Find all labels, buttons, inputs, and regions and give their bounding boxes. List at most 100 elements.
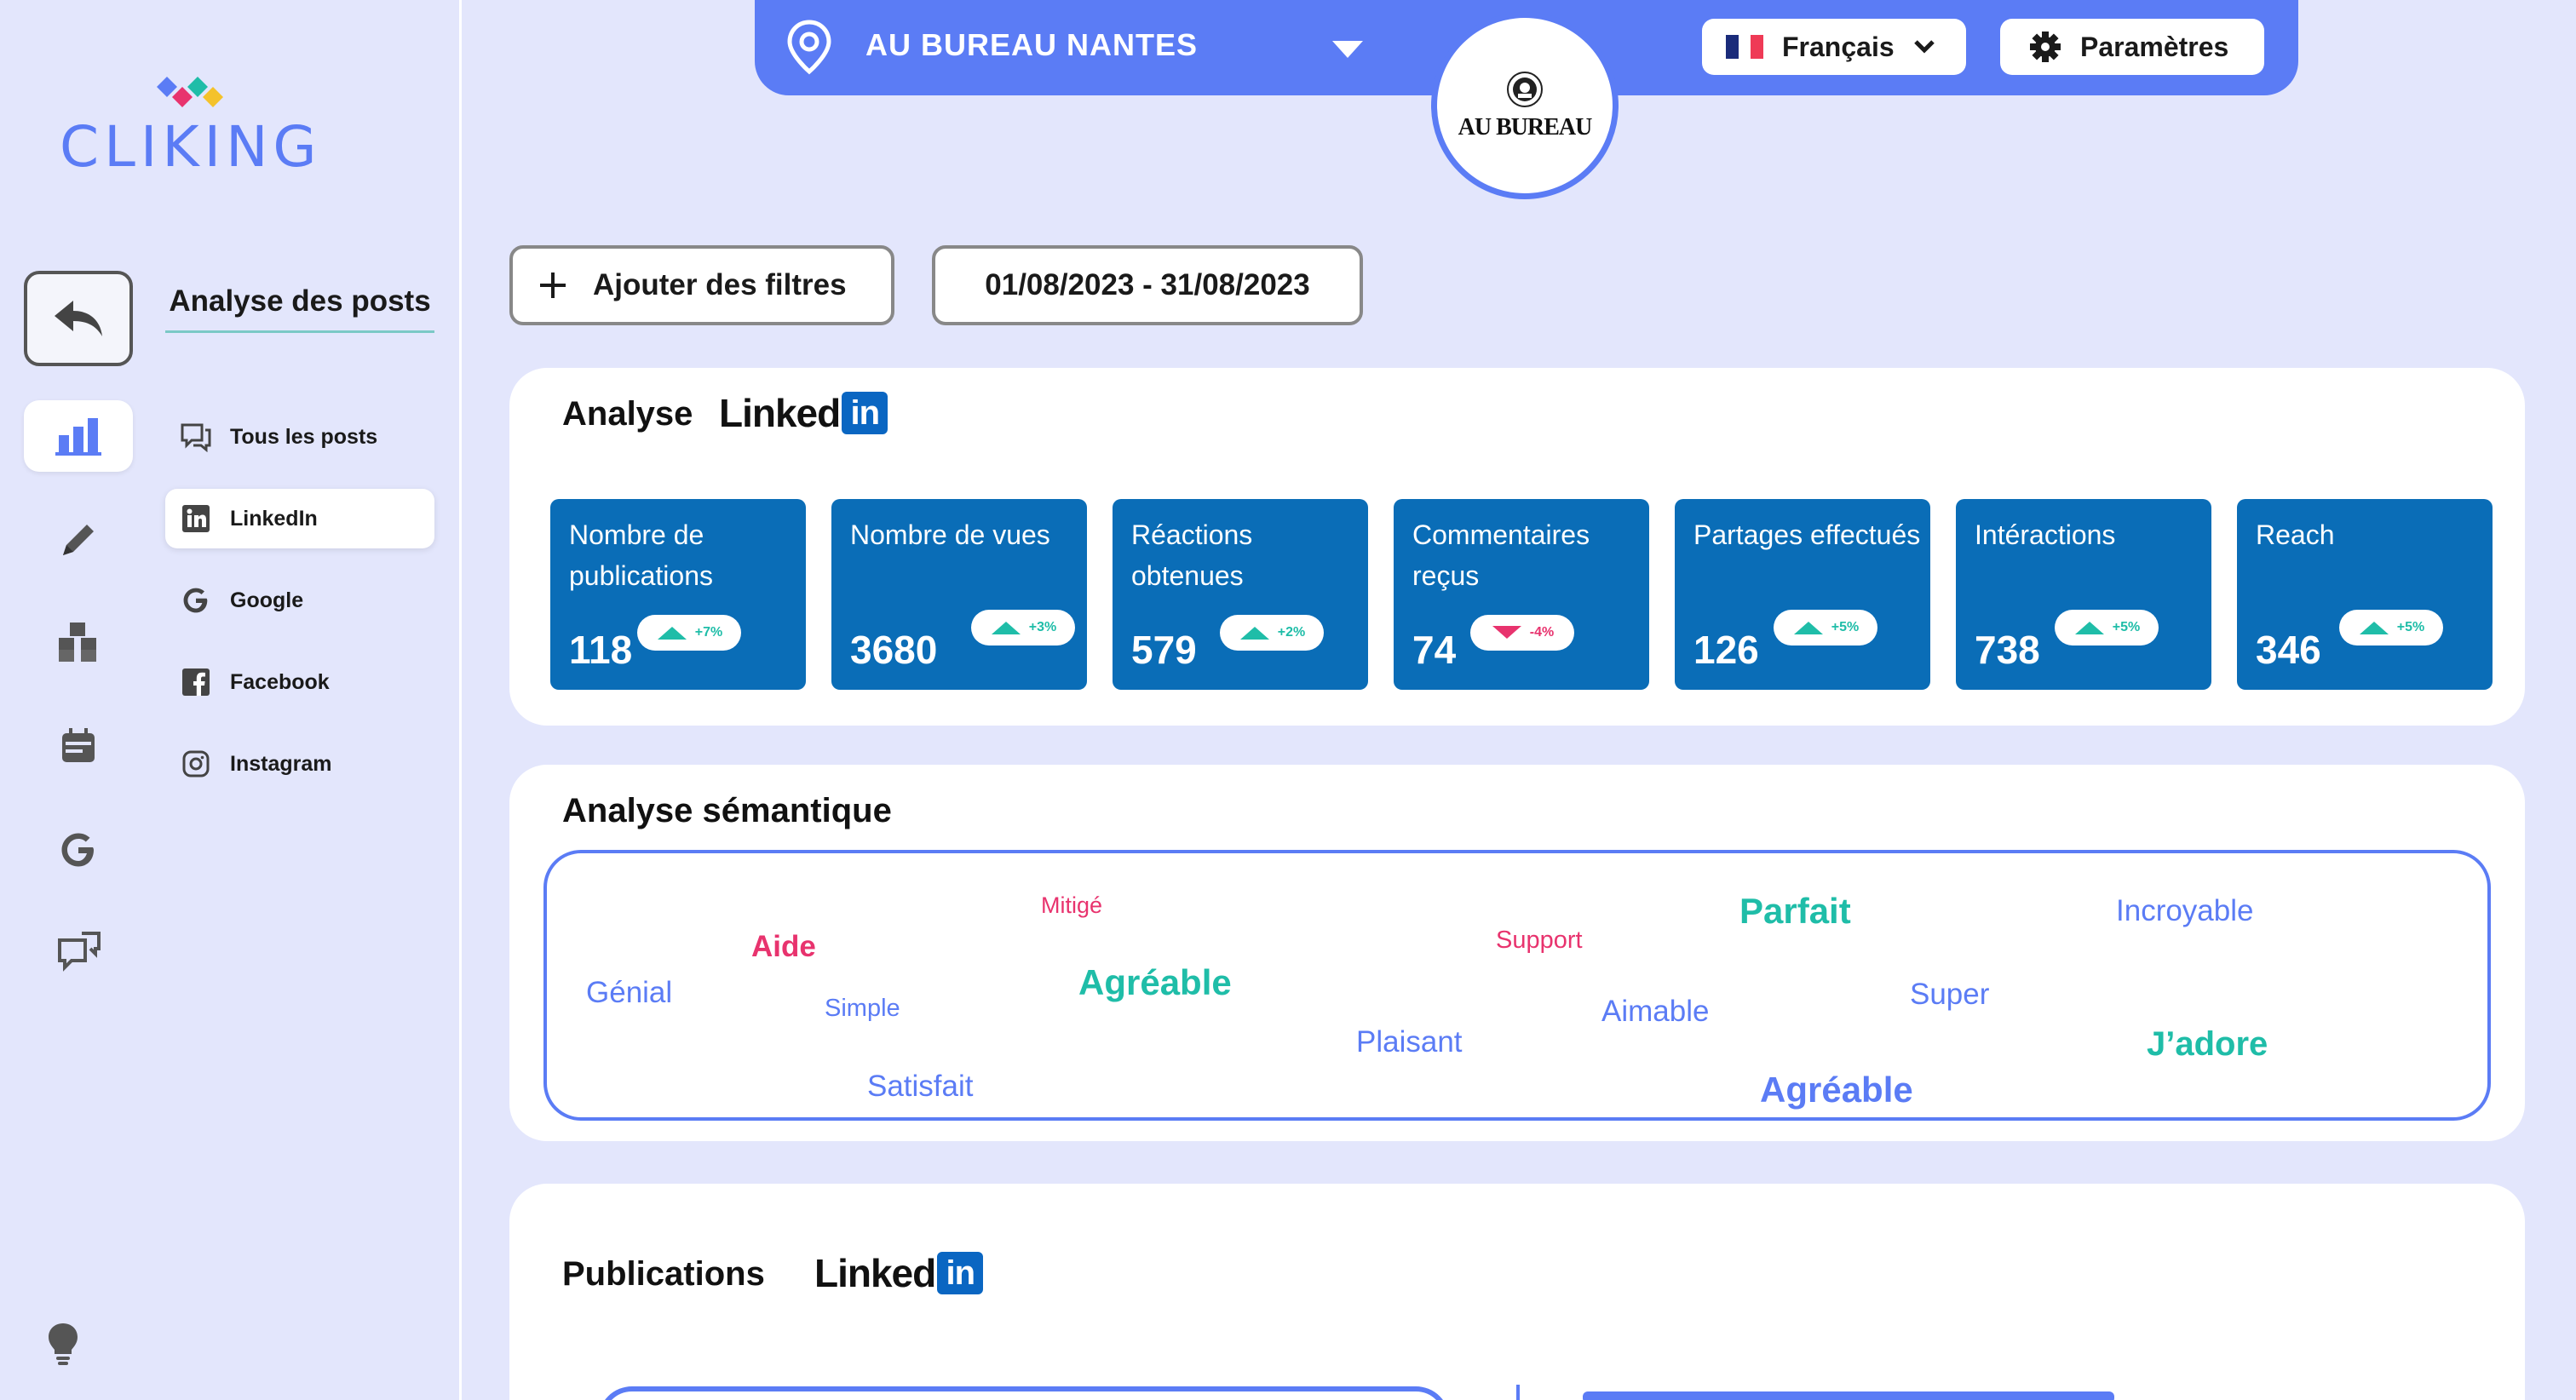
submenu-item-facebook[interactable]: Facebook	[165, 652, 434, 712]
kpi-trend-badge: +5%	[1774, 610, 1877, 645]
calendar-icon	[62, 728, 95, 762]
language-selector[interactable]: Français	[1702, 19, 1966, 75]
word-cloud-word: Mitigé	[1041, 892, 1103, 918]
nav-modules-button[interactable]	[24, 606, 133, 678]
linkedin-logo-word: Linked	[719, 391, 841, 435]
facebook-icon	[179, 665, 213, 699]
back-button[interactable]	[24, 271, 133, 366]
location-dropdown-caret-icon[interactable]	[1331, 39, 1365, 60]
google-icon	[179, 583, 213, 617]
submenu-title: Analyse des posts	[165, 284, 434, 333]
kpi-trend-badge: -4%	[1470, 615, 1574, 651]
word-cloud-word: Agréable	[1078, 962, 1232, 1002]
kpi-trend-badge: +7%	[637, 615, 741, 651]
bar-chart-icon	[55, 418, 101, 456]
nav-messages-button[interactable]	[24, 916, 133, 988]
word-cloud-word: Plaisant	[1356, 1025, 1463, 1059]
kpi-delta: +2%	[1277, 625, 1306, 640]
word-cloud-word: Aide	[751, 930, 816, 963]
trend-up-icon	[1793, 622, 1823, 634]
settings-label: Paramètres	[2080, 31, 2229, 62]
cliking-logo[interactable]: CLIKING	[56, 77, 329, 180]
nav-google-button[interactable]	[24, 814, 133, 886]
tips-button[interactable]	[46, 1322, 80, 1370]
kpi-card-publications: Nombre de publications 118 +7%	[550, 499, 806, 690]
plus-icon	[540, 273, 566, 298]
settings-button[interactable]: Paramètres	[2000, 19, 2264, 75]
word-cloud-word: Super	[1910, 978, 1990, 1011]
kpi-value: 74	[1412, 628, 1457, 672]
chat-icon	[58, 932, 101, 972]
add-filters-button[interactable]: Ajouter des filtres	[509, 245, 894, 325]
kpi-delta: -4%	[1529, 625, 1555, 640]
sidebar: CLIKING Analyse des posts Tous les posts…	[0, 0, 462, 1400]
kpi-label: Nombre de publications	[569, 519, 713, 591]
cubes-icon	[59, 623, 96, 662]
location-name: AU BUREAU NANTES	[865, 27, 1199, 62]
publications-toolbar[interactable]	[1583, 1391, 2114, 1400]
instagram-icon	[179, 747, 213, 781]
kpi-card-reach: Reach 346 +5%	[2237, 499, 2493, 690]
add-filters-label: Ajouter des filtres	[593, 268, 847, 301]
kpi-label: Reach	[2256, 519, 2335, 550]
location-pin-icon	[787, 20, 831, 75]
publications-divider	[1516, 1385, 1520, 1400]
word-cloud: Génial Aide Simple Satisfait Mitigé Agré…	[543, 850, 2491, 1121]
linkedin-logo-in: in	[842, 392, 888, 434]
publications-title: Publications	[562, 1255, 765, 1293]
kpi-value: 346	[2256, 628, 2321, 672]
kpi-trend-badge: +5%	[2055, 610, 2159, 645]
kpi-delta: +5%	[2396, 620, 2425, 634]
google-icon	[61, 833, 94, 867]
kpi-card-views: Nombre de vues 3680 +3%	[831, 499, 1087, 690]
word-cloud-word: Incroyable	[2116, 894, 2254, 927]
word-cloud-word: Support	[1496, 927, 1583, 954]
kpi-label: Partages effectués	[1693, 519, 1921, 550]
kpi-delta: +5%	[2112, 620, 2141, 634]
kpi-delta: +3%	[1028, 620, 1057, 634]
linkedin-analysis-card: Analyse Linked in Nombre de publications …	[509, 368, 2525, 726]
submenu-item-instagram[interactable]: Instagram	[165, 734, 434, 794]
kpi-card-comments: Commentaires reçus 74 -4%	[1394, 499, 1649, 690]
kpi-value: 738	[1975, 628, 2040, 672]
linkedin-logo: Linked in	[719, 390, 888, 436]
brand-name: AU BUREAU	[1458, 114, 1593, 141]
kpi-value: 3680	[850, 628, 938, 672]
kpi-trend-badge: +3%	[971, 610, 1075, 645]
publications-search-field[interactable]	[598, 1386, 1450, 1400]
trend-up-icon	[657, 627, 687, 640]
submenu-item-label: Instagram	[230, 751, 332, 776]
word-cloud-word: Aimable	[1601, 995, 1710, 1028]
language-label: Français	[1782, 31, 1895, 62]
nav-edit-button[interactable]	[24, 504, 133, 576]
word-cloud-word: Parfait	[1739, 891, 1851, 931]
back-arrow-icon	[55, 301, 102, 336]
trend-up-icon	[1239, 627, 1269, 640]
submenu-item-linkedin[interactable]: LinkedIn	[165, 489, 434, 548]
date-range-picker[interactable]: 01/08/2023 - 31/08/2023	[932, 245, 1363, 325]
brand-crest-icon	[1507, 72, 1543, 107]
lightbulb-icon	[49, 1323, 78, 1365]
logo-mark-icon	[157, 77, 223, 107]
chat-bubbles-icon	[179, 420, 213, 454]
kpi-card-shares: Partages effectués 126 +5%	[1675, 499, 1930, 690]
kpi-label: Réactions obtenues	[1131, 519, 1253, 591]
trend-up-icon	[2359, 622, 2389, 634]
publications-card: Publications Linked in	[509, 1184, 2525, 1400]
kpi-label: Nombre de vues	[850, 519, 1050, 550]
submenu-item-google[interactable]: Google	[165, 571, 434, 630]
semantic-analysis-card: Analyse sémantique Génial Aide Simple Sa…	[509, 765, 2525, 1141]
kpi-delta: +5%	[1831, 620, 1860, 634]
kpi-value: 126	[1693, 628, 1759, 672]
linkedin-logo-in: in	[937, 1252, 984, 1294]
kpi-delta: +7%	[694, 625, 723, 640]
trend-up-icon	[2074, 622, 2104, 634]
submenu-item-all-posts[interactable]: Tous les posts	[165, 407, 434, 467]
kpi-card-interactions: Intéractions 738 +5%	[1956, 499, 2211, 690]
kpi-trend-badge: +5%	[2339, 610, 2443, 645]
gear-icon	[2030, 32, 2061, 62]
submenu-item-label: Tous les posts	[230, 424, 378, 449]
french-flag-icon	[1726, 35, 1764, 59]
nav-analytics-button[interactable]	[24, 400, 133, 472]
nav-calendar-button[interactable]	[24, 710, 133, 782]
